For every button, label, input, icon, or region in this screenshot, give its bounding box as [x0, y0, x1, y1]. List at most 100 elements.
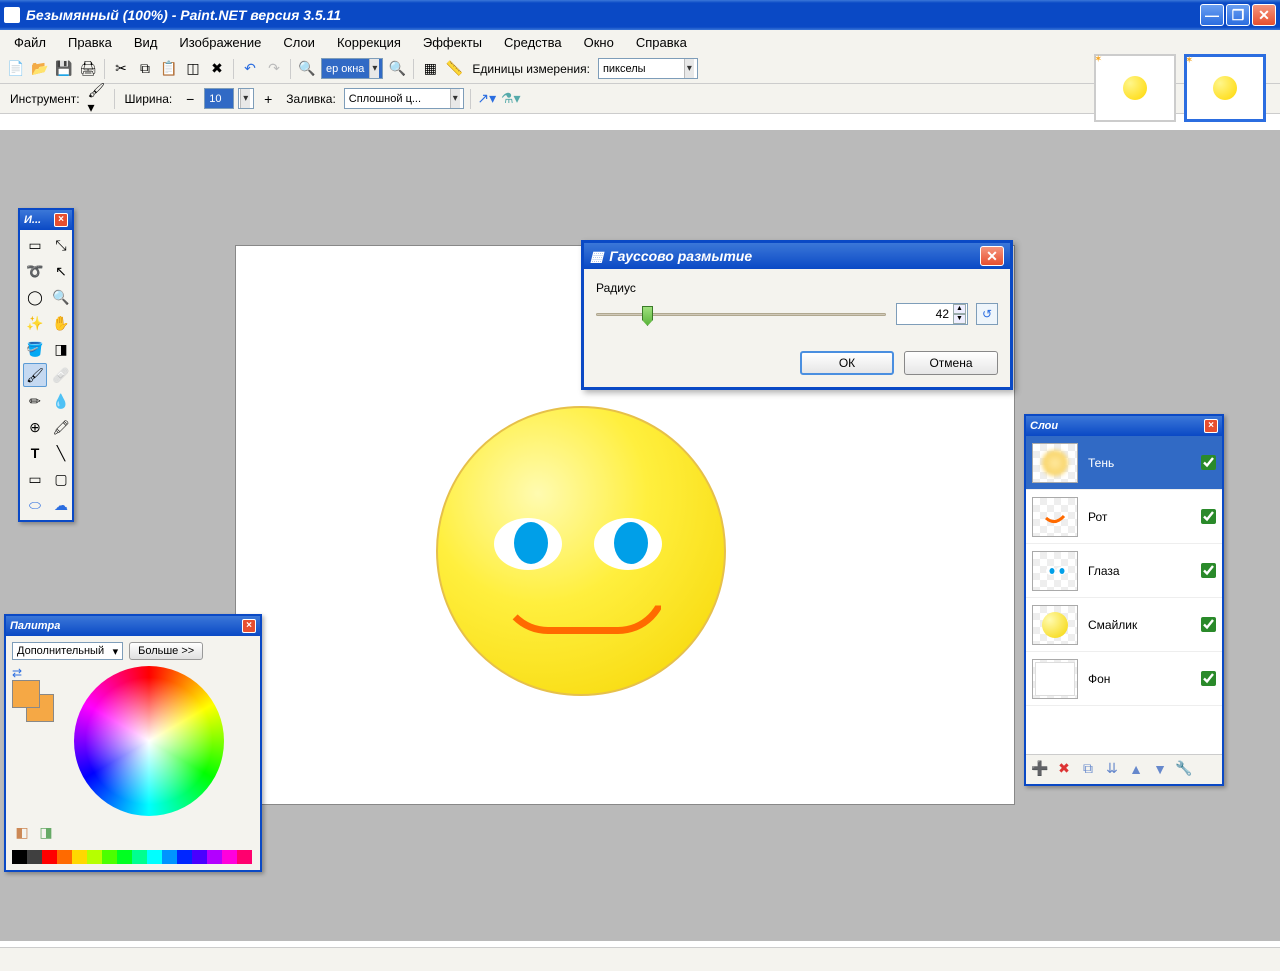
- layers-panel-titlebar[interactable]: Слои ×: [1026, 416, 1222, 436]
- zoom-out-icon[interactable]: 🔍: [297, 59, 317, 79]
- spin-down-icon[interactable]: ▼: [953, 314, 966, 324]
- thumbnail-1[interactable]: ✶: [1094, 54, 1176, 122]
- palette-color-swatch[interactable]: [57, 850, 72, 864]
- layer-visible-checkbox[interactable]: [1201, 455, 1216, 470]
- rectangle-select-tool[interactable]: ▭: [23, 233, 47, 257]
- palette-color-swatch[interactable]: [147, 850, 162, 864]
- lasso-tool[interactable]: ➰: [23, 259, 47, 283]
- gradient-tool[interactable]: ◨: [49, 337, 73, 361]
- copy-icon[interactable]: ⧉: [135, 59, 155, 79]
- deselect-icon[interactable]: ✖: [207, 59, 227, 79]
- fill-combo[interactable]: Сплошной ц...: [344, 88, 464, 109]
- line-tool[interactable]: ╲: [49, 441, 73, 465]
- layer-row[interactable]: Фон: [1026, 652, 1222, 706]
- window-close-button[interactable]: ✕: [1252, 4, 1276, 26]
- primary-color-swatch[interactable]: [12, 680, 40, 708]
- layer-row[interactable]: Смайлик: [1026, 598, 1222, 652]
- menu-file[interactable]: Файл: [4, 32, 56, 53]
- magic-wand-tool[interactable]: ✨: [23, 311, 47, 335]
- window-maximize-button[interactable]: ❐: [1226, 4, 1250, 26]
- palette-color-swatch[interactable]: [102, 850, 117, 864]
- crop-icon[interactable]: ◫: [183, 59, 203, 79]
- dialog-titlebar[interactable]: ▦ Гауссово размытие ✕: [584, 243, 1010, 269]
- palette-color-swatch[interactable]: [87, 850, 102, 864]
- menu-adjust[interactable]: Коррекция: [327, 32, 411, 53]
- window-minimize-button[interactable]: —: [1200, 4, 1224, 26]
- undo-icon[interactable]: ↶: [240, 59, 260, 79]
- palette-color-swatch[interactable]: [162, 850, 177, 864]
- layer-row[interactable]: Рот: [1026, 490, 1222, 544]
- palette-color-swatch[interactable]: [132, 850, 147, 864]
- layer-row[interactable]: Глаза: [1026, 544, 1222, 598]
- palette-add-icon[interactable]: ◧: [12, 822, 32, 842]
- layers-panel-close-icon[interactable]: ×: [1204, 419, 1218, 433]
- freeform-tool[interactable]: ☁: [49, 493, 73, 517]
- rectangle-tool[interactable]: ▭: [23, 467, 47, 491]
- tools-panel-titlebar[interactable]: И... ×: [20, 210, 72, 230]
- pencil-tool[interactable]: ✏: [23, 389, 47, 413]
- menu-window[interactable]: Окно: [574, 32, 624, 53]
- save-icon[interactable]: 💾: [54, 59, 74, 79]
- text-tool[interactable]: T: [23, 441, 47, 465]
- menu-edit[interactable]: Правка: [58, 32, 122, 53]
- layer-delete-icon[interactable]: ✖: [1054, 759, 1074, 779]
- cut-icon[interactable]: ✂: [111, 59, 131, 79]
- move-selection-tool[interactable]: ⤡: [49, 233, 73, 257]
- brush-dropdown-icon[interactable]: 🖌▾: [88, 89, 108, 109]
- palette-color-swatch[interactable]: [27, 850, 42, 864]
- tools-panel-close-icon[interactable]: ×: [54, 213, 68, 227]
- eraser-tool[interactable]: 🩹: [49, 363, 73, 387]
- menu-image[interactable]: Изображение: [169, 32, 271, 53]
- palette-color-swatch[interactable]: [207, 850, 222, 864]
- dialog-close-button[interactable]: ✕: [980, 246, 1004, 266]
- layer-row[interactable]: Тень: [1026, 436, 1222, 490]
- width-minus-icon[interactable]: −: [180, 89, 200, 109]
- color-wheel[interactable]: [74, 666, 224, 816]
- width-input[interactable]: 10: [204, 88, 234, 109]
- layer-visible-checkbox[interactable]: [1201, 509, 1216, 524]
- cancel-button[interactable]: Отмена: [904, 351, 998, 375]
- line-style-icon[interactable]: ↗▾: [477, 89, 497, 109]
- open-icon[interactable]: 📂: [30, 59, 50, 79]
- pan-tool[interactable]: ✋: [49, 311, 73, 335]
- rounded-rect-tool[interactable]: ▢: [49, 467, 73, 491]
- thumbnail-2[interactable]: ✶: [1184, 54, 1266, 122]
- palette-color-swatch[interactable]: [72, 850, 87, 864]
- grid-icon[interactable]: ▦: [420, 59, 440, 79]
- layer-visible-checkbox[interactable]: [1201, 671, 1216, 686]
- slider-thumb[interactable]: [642, 306, 653, 326]
- palette-manage-icon[interactable]: ◨: [36, 822, 56, 842]
- units-combo[interactable]: пикселы: [598, 58, 698, 79]
- palette-panel-titlebar[interactable]: Палитра ×: [6, 616, 260, 636]
- layer-up-icon[interactable]: ▲: [1126, 759, 1146, 779]
- antialias-icon[interactable]: ⚗▾: [501, 89, 521, 109]
- ellipse-tool[interactable]: ⬭: [23, 493, 47, 517]
- layer-properties-icon[interactable]: 🔧: [1174, 759, 1194, 779]
- zoom-tool[interactable]: 🔍: [49, 285, 73, 309]
- menu-view[interactable]: Вид: [124, 32, 168, 53]
- menu-effects[interactable]: Эффекты: [413, 32, 492, 53]
- layer-merge-icon[interactable]: ⇊: [1102, 759, 1122, 779]
- ok-button[interactable]: ОК: [800, 351, 894, 375]
- width-plus-icon[interactable]: +: [258, 89, 278, 109]
- palette-strip[interactable]: [12, 850, 254, 864]
- clone-stamp-tool[interactable]: ⊕: [23, 415, 47, 439]
- layer-visible-checkbox[interactable]: [1201, 563, 1216, 578]
- recolor-tool[interactable]: 🖍: [49, 415, 73, 439]
- palette-panel-close-icon[interactable]: ×: [242, 619, 256, 633]
- palette-color-swatch[interactable]: [117, 850, 132, 864]
- color-picker-tool[interactable]: 💧: [49, 389, 73, 413]
- zoom-combo[interactable]: ер окна: [321, 58, 383, 79]
- paintbrush-tool[interactable]: 🖌: [23, 363, 47, 387]
- layer-add-icon[interactable]: ➕: [1030, 759, 1050, 779]
- palette-color-swatch[interactable]: [42, 850, 57, 864]
- zoom-in-icon[interactable]: 🔍: [387, 59, 407, 79]
- move-pixels-tool[interactable]: ↖: [49, 259, 73, 283]
- palette-color-swatch[interactable]: [177, 850, 192, 864]
- layer-duplicate-icon[interactable]: ⧉: [1078, 759, 1098, 779]
- palette-more-button[interactable]: Больше >>: [129, 642, 203, 660]
- menu-tools[interactable]: Средства: [494, 32, 572, 53]
- menu-help[interactable]: Справка: [626, 32, 697, 53]
- menu-layers[interactable]: Слои: [273, 32, 325, 53]
- palette-color-swatch[interactable]: [237, 850, 252, 864]
